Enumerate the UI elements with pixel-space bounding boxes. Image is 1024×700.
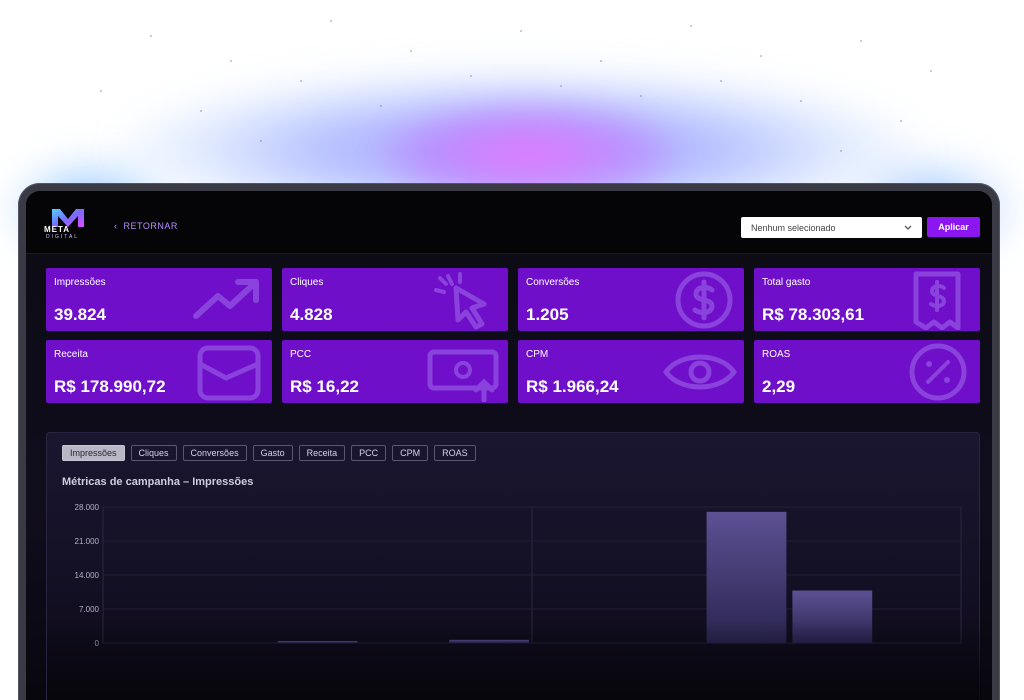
chart-bar[interactable] [792,590,873,643]
card-value: 39.824 [54,305,106,324]
cash-upload-icon [427,349,499,402]
card-total-spent: Total gasto R$ 78.303,61 [754,268,980,331]
tab-impressions[interactable]: Impressões [62,445,125,461]
chart-panel: Impressões Cliques Conversões Gasto Rece… [46,432,981,700]
y-tick-label: 14.000 [75,571,100,580]
chevron-left-icon: ‹ [114,221,118,231]
card-value: 4.828 [290,305,333,324]
card-value: R$ 1.966,24 [526,377,619,396]
tab-cpm[interactable]: CPM [392,445,429,461]
dollar-circle-icon [675,271,733,329]
card-value: R$ 178.990,72 [54,377,166,396]
tab-revenue[interactable]: Receita [298,445,346,461]
eye-icon [662,354,738,390]
chart-bar[interactable] [706,511,787,643]
card-revenue: Receita R$ 178.990,72 [46,340,272,403]
wallet-icon [197,345,261,401]
chart-bar[interactable] [277,641,358,643]
card-clicks: Cliques 4.828 [282,268,508,331]
top-bar: META DIGITAL ‹ RETORNAR Nenhum seleciona… [26,191,992,254]
tab-spend[interactable]: Gasto [252,445,293,461]
tab-conversions[interactable]: Conversões [182,445,247,461]
card-label: Receita [54,349,88,360]
laptop-frame: META DIGITAL ‹ RETORNAR Nenhum seleciona… [18,183,1000,700]
card-roas: ROAS 2,29 [754,340,980,403]
card-value: R$ 16,22 [290,377,359,396]
apply-button[interactable]: Aplicar [927,217,980,237]
back-label: RETORNAR [123,221,178,231]
campaign-select[interactable]: Nenhum selecionado [741,217,922,238]
card-label: CPM [526,349,549,360]
tab-pcc[interactable]: PCC [351,445,387,461]
card-label: Impressões [54,277,106,288]
tab-roas[interactable]: ROAS [434,445,476,461]
card-value: 1.205 [526,305,569,324]
card-value: R$ 78.303,61 [762,305,865,324]
receipt-icon [913,271,961,330]
chart-bar[interactable] [449,639,529,643]
card-label: PCC [290,349,312,360]
card-value: 2,29 [762,377,796,396]
chevron-down-icon [904,225,912,230]
chart-title: Métricas de campanha – Impressões [62,476,254,488]
metric-tabs: Impressões Cliques Conversões Gasto Rece… [62,445,476,461]
card-label: Conversões [526,277,580,288]
trending-up-icon [193,279,259,319]
y-tick-label: 0 [95,639,100,648]
card-label: ROAS [762,349,791,360]
percent-circle-icon [909,343,967,401]
cursor-click-icon [434,272,487,330]
card-label: Total gasto [762,277,811,288]
card-impressions: Impressões 39.824 [46,268,272,331]
tab-clicks[interactable]: Cliques [130,445,177,461]
impressions-bar-chart: 28.000 21.000 14.000 7.000 0 [75,503,962,648]
y-tick-label: 7.000 [79,605,100,614]
logo-subtext: DIGITAL [46,234,80,240]
card-label: Cliques [290,277,324,288]
y-tick-label: 28.000 [75,503,100,512]
card-conversions: Conversões 1.205 [518,268,744,331]
dashboard-screen: META DIGITAL ‹ RETORNAR Nenhum seleciona… [26,191,992,700]
select-value: Nenhum selecionado [751,222,836,233]
card-cpm: CPM R$ 1.966,24 [518,340,744,403]
logo-text: META [44,225,71,234]
card-pcc: PCC R$ 16,22 [282,340,508,403]
back-link[interactable]: ‹ RETORNAR [114,221,178,231]
y-tick-label: 21.000 [75,537,100,546]
